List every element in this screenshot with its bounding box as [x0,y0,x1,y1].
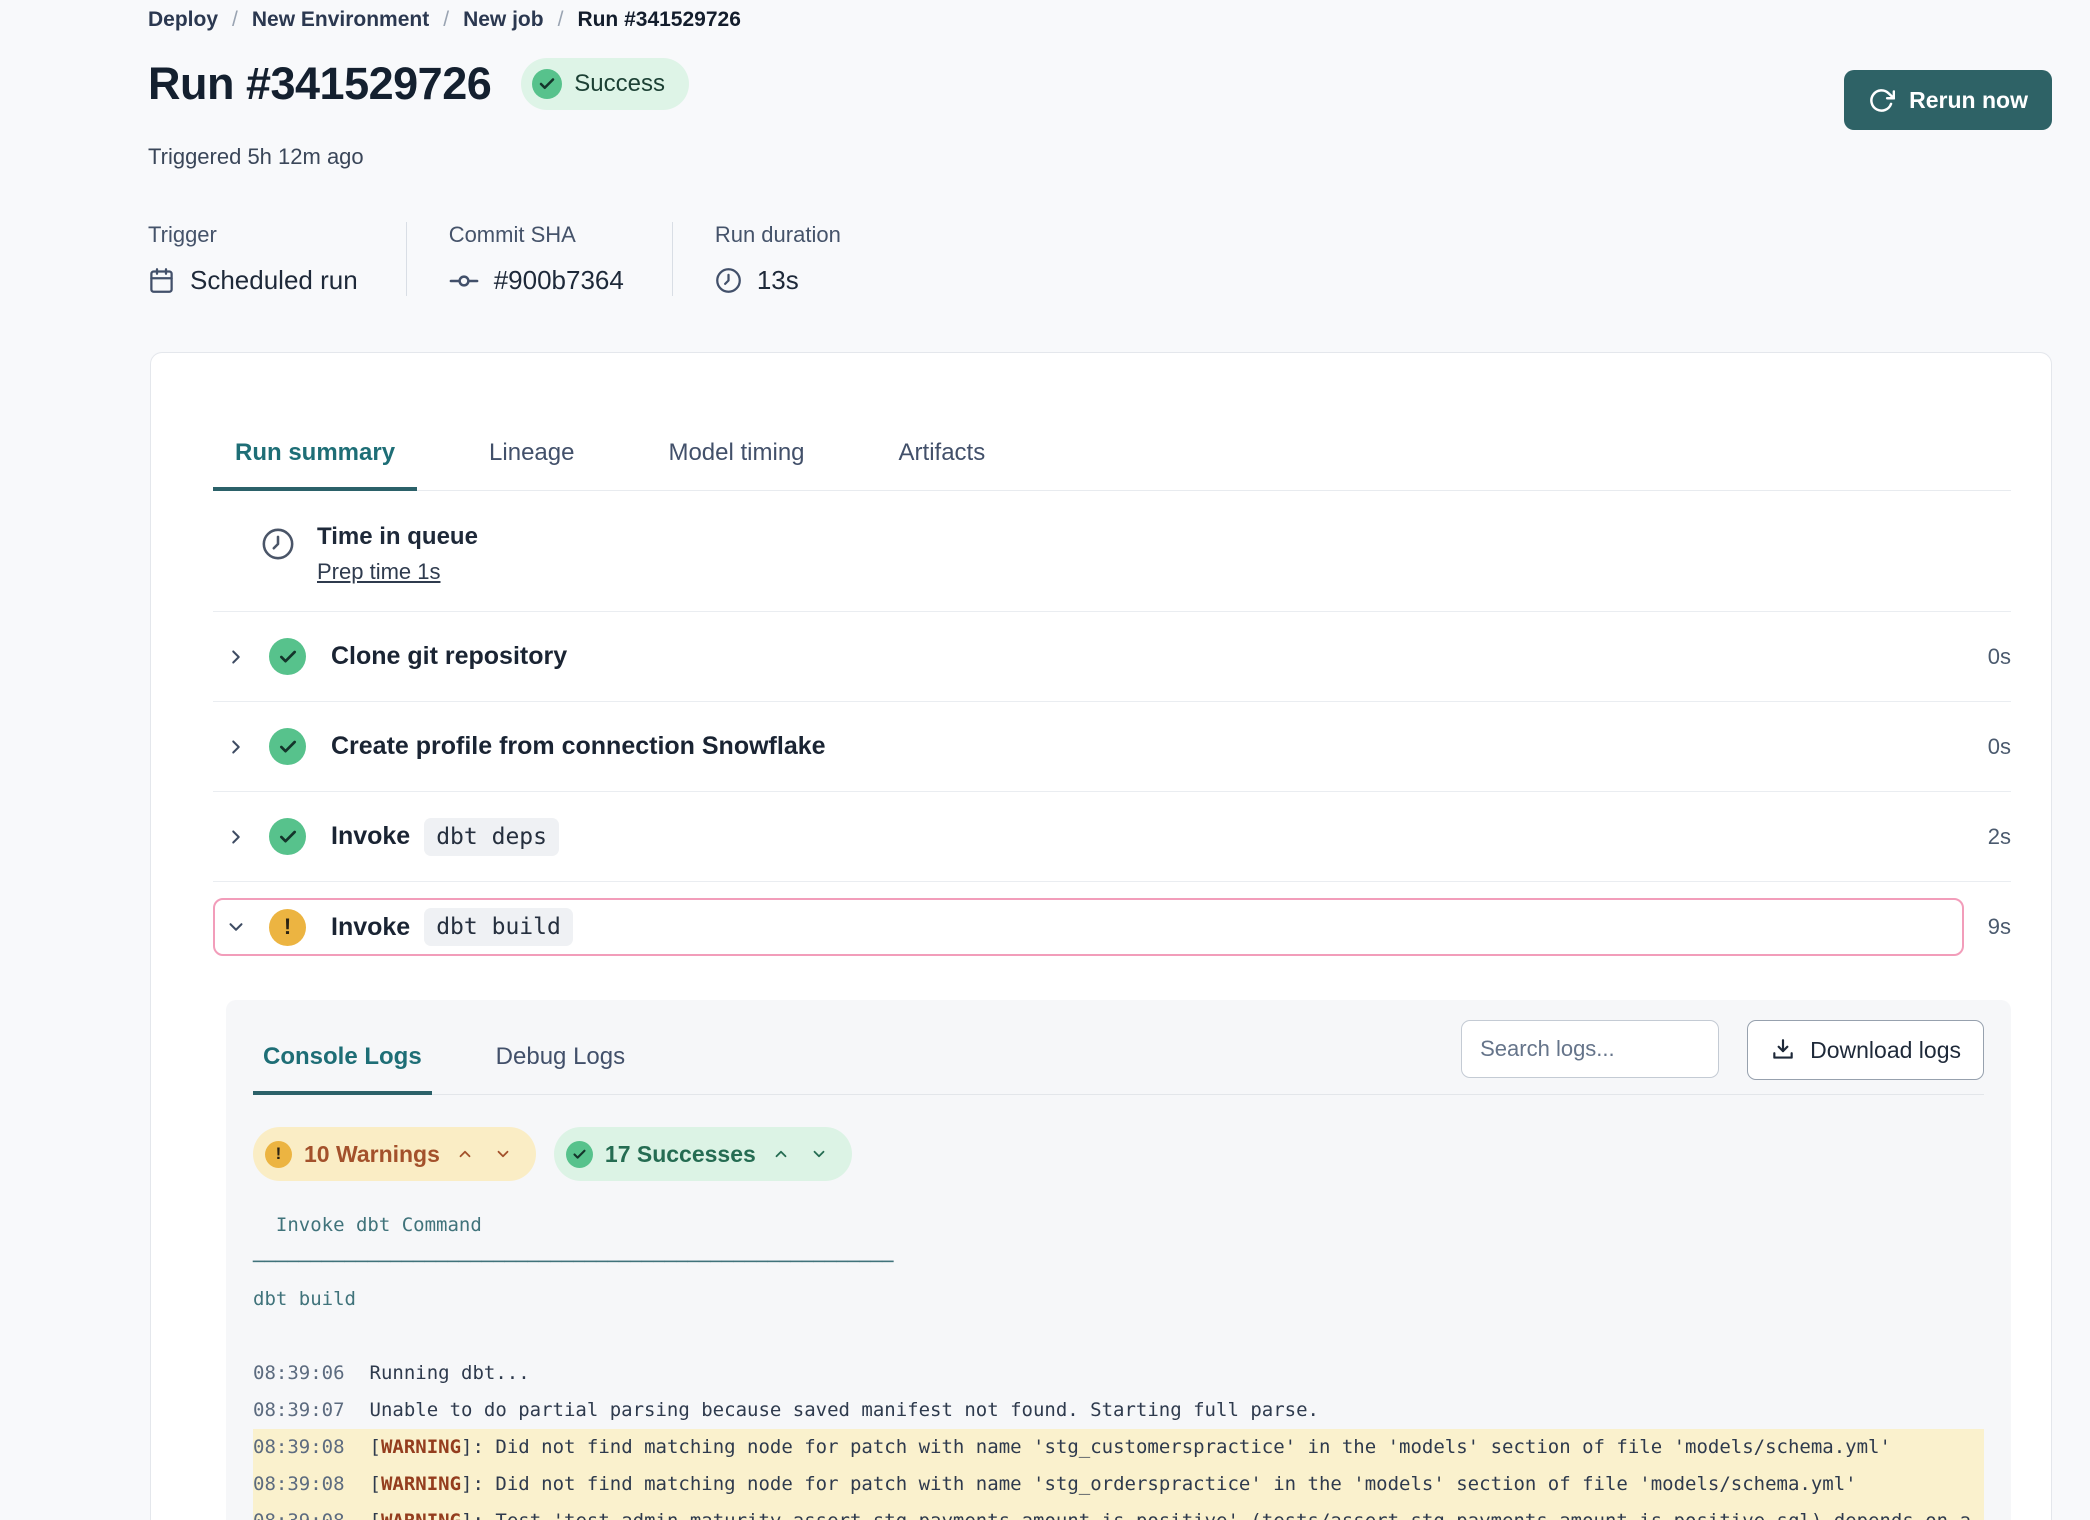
breadcrumb: Deploy / New Environment / New job / Run… [148,8,2052,32]
run-summary-card: Run summary Lineage Model timing Artifac… [150,352,2052,1520]
step-label: Clone git repository [331,642,567,671]
logs-actions: Download logs [1461,1020,1984,1080]
rerun-button-label: Rerun now [1909,87,2028,114]
step-row-dbt-deps[interactable]: Invoke dbt deps 2s [213,792,2011,882]
download-logs-button[interactable]: Download logs [1747,1020,1984,1080]
log-line: 08:39:06Running dbt... [253,1355,1984,1392]
time-in-queue-title: Time in queue [317,523,478,551]
chevron-right-icon[interactable] [223,826,249,848]
download-logs-label: Download logs [1810,1037,1961,1064]
step-duration: 2s [1988,824,2011,850]
log-line: Invoke dbt Command [253,1207,1984,1244]
git-commit-icon [449,266,479,296]
log-line: dbt build [253,1281,1984,1318]
meta-commit-label: Commit SHA [449,222,624,248]
run-detail-page: Deploy / New Environment / New job / Run… [0,0,2090,1520]
meta-duration-label: Run duration [715,222,841,248]
successes-prev-chevron-up-icon[interactable] [768,1141,794,1167]
chevron-right-icon[interactable] [223,646,249,668]
log-warning-line: 08:39:08[WARNING]: Did not find matching… [253,1429,1984,1466]
page-title: Run #341529726 [148,58,491,110]
logs-panel: Console Logs Debug Logs Download logs ! [226,1000,2011,1520]
status-badge: Success [521,58,689,110]
log-line: 08:39:07Unable to do partial parsing bec… [253,1392,1984,1429]
meta-commit-value: #900b7364 [494,265,624,296]
step-success-icon [269,818,306,855]
meta-trigger: Trigger Scheduled run [148,222,407,296]
log-warning-line: 08:39:08[WARNING]: Test 'test.admin_matu… [253,1503,1984,1520]
step-success-icon [269,638,306,675]
log-warning-line: 08:39:08[WARNING]: Did not find matching… [253,1466,1984,1503]
tab-console-logs[interactable]: Console Logs [253,1033,432,1095]
successes-next-chevron-down-icon[interactable] [806,1141,832,1167]
prep-time-link[interactable]: Prep time 1s [317,559,441,585]
triggered-timestamp: Triggered 5h 12m ago [148,144,2052,170]
breadcrumb-item-environment[interactable]: New Environment [252,8,429,32]
step-command-chip: dbt deps [424,818,559,856]
warnings-prev-chevron-up-icon[interactable] [452,1141,478,1167]
logs-header: Console Logs Debug Logs Download logs [253,1020,1984,1095]
successes-badge-label: 17 Successes [605,1141,756,1168]
meta-trigger-label: Trigger [148,222,358,248]
step-label: Invoke [331,822,410,851]
warning-icon: ! [265,1141,292,1168]
successes-badge[interactable]: 17 Successes [554,1127,852,1181]
step-row-clone-git[interactable]: Clone git repository 0s [213,612,2011,702]
download-icon [1770,1037,1796,1063]
breadcrumb-item-job[interactable]: New job [463,8,544,32]
step-warning-icon: ! [269,909,306,946]
warnings-badge-label: 10 Warnings [304,1141,440,1168]
run-meta: Trigger Scheduled run Commit SHA #900b73… [148,222,2052,296]
meta-duration-value: 13s [757,265,799,296]
step-command-chip: dbt build [424,908,573,946]
step-duration: 9s [1988,914,2011,940]
success-check-icon [566,1141,593,1168]
tab-debug-logs[interactable]: Debug Logs [486,1033,635,1095]
breadcrumb-separator: / [232,8,238,32]
header: Run #341529726 Success Rerun now [148,58,2052,130]
step-duration: 0s [1988,644,2011,670]
breadcrumb-separator: / [443,8,449,32]
time-in-queue: Time in queue Prep time 1s [213,491,2011,612]
log-tabs: Console Logs Debug Logs [253,1033,635,1094]
calendar-icon [148,267,175,294]
step-duration: 0s [1988,734,2011,760]
log-blank-line [253,1318,1984,1355]
step-row-create-profile[interactable]: Create profile from connection Snowflake… [213,702,2011,792]
chevron-down-icon[interactable] [223,916,249,938]
clock-icon [715,267,742,294]
search-logs-input[interactable] [1461,1020,1719,1078]
step-label: Invoke [331,913,410,942]
breadcrumb-item-deploy[interactable]: Deploy [148,8,218,32]
tab-lineage[interactable]: Lineage [467,439,596,491]
console-log-output: Invoke dbt Command ─────────────────────… [253,1207,1984,1520]
chevron-right-icon[interactable] [223,736,249,758]
step-dbt-build-expanded[interactable]: ! Invoke dbt build [213,898,1964,956]
success-check-icon [532,69,562,99]
log-filter-badges: ! 10 Warnings 17 Successes [253,1127,1984,1181]
tab-run-summary[interactable]: Run summary [213,439,417,491]
warnings-badge[interactable]: ! 10 Warnings [253,1127,536,1181]
tab-model-timing[interactable]: Model timing [646,439,826,491]
tab-artifacts[interactable]: Artifacts [877,439,1008,491]
meta-duration: Run duration 13s [673,222,889,296]
step-row-dbt-build: ! Invoke dbt build 9s [213,898,2011,956]
step-label: Create profile from connection Snowflake [331,732,826,761]
rerun-now-button[interactable]: Rerun now [1844,70,2052,130]
log-separator-line: ────────────────────────────────────────… [253,1244,1984,1281]
rerun-icon [1868,87,1895,114]
meta-commit: Commit SHA #900b7364 [407,222,673,296]
step-success-icon [269,728,306,765]
meta-trigger-value: Scheduled run [190,265,358,296]
breadcrumb-separator: / [558,8,564,32]
warnings-next-chevron-down-icon[interactable] [490,1141,516,1167]
breadcrumb-item-run: Run #341529726 [577,8,740,32]
status-badge-label: Success [574,70,665,98]
clock-icon [261,523,295,561]
run-tabs: Run summary Lineage Model timing Artifac… [213,439,2011,491]
